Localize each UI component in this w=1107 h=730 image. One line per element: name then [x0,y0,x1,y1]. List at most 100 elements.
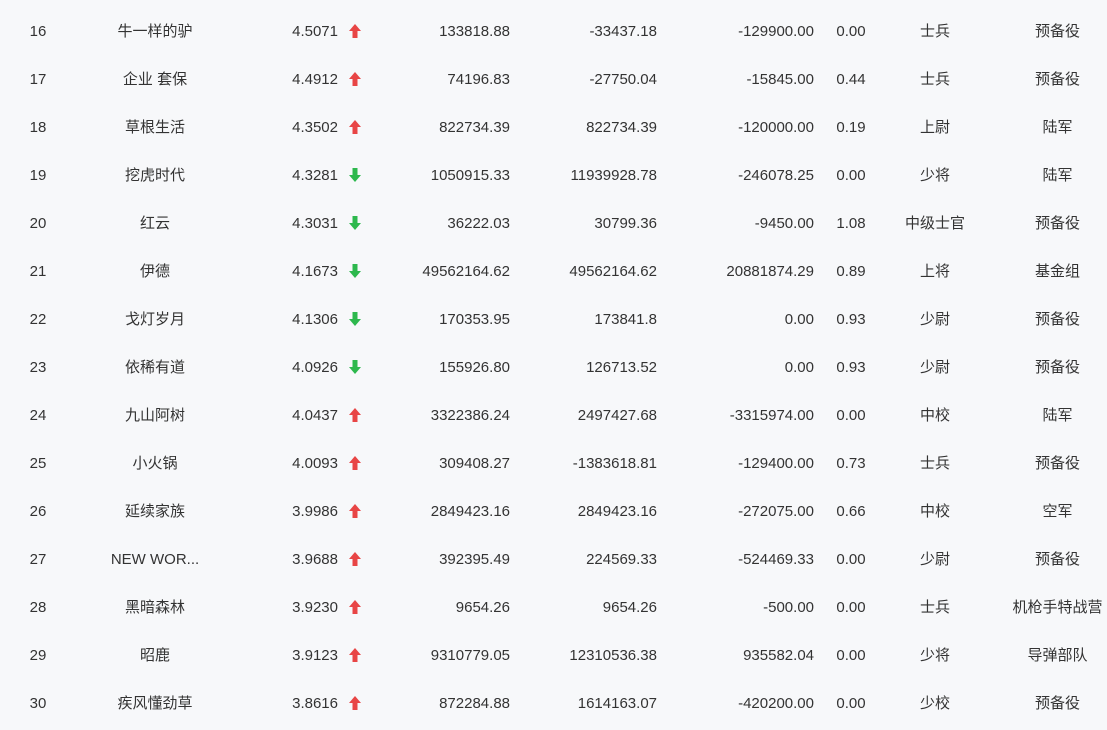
score-cell: 3.9688 [292,551,338,568]
arrow-up-icon [345,8,365,56]
ratio-cell: 0.00 [836,167,866,184]
arrow-up-icon [345,392,365,440]
name-cell[interactable]: 黑暗森林 [85,584,225,632]
name-cell[interactable]: 小火锅 [85,440,225,488]
table-row[interactable]: 26 延续家族 3.9986 2849423.16 2849423.16 -27… [0,488,1107,536]
arrow-up-icon [345,584,365,632]
ratio-cell: 0.19 [836,119,866,136]
arrow-up-icon [345,56,365,104]
score-cell: 4.3281 [292,167,338,184]
score-cell: 3.9230 [292,599,338,616]
name-cell[interactable]: 九山阿树 [85,392,225,440]
score-cell: 3.8616 [292,695,338,712]
military-rank-cell: 士兵 [919,71,950,88]
table-row[interactable]: 25 小火锅 4.0093 309408.27 -1383618.81 -129… [0,440,1107,488]
ratio-cell: 0.00 [836,695,866,712]
value2-cell: 126713.52 [586,359,657,376]
military-rank-cell: 少尉 [919,311,950,328]
score-cell: 4.1673 [292,263,338,280]
table-row[interactable]: 29 昭鹿 3.9123 9310779.05 12310536.38 9355… [0,632,1107,680]
name-cell[interactable]: 红云 [85,200,225,248]
rank-cell: 18 [29,119,47,136]
name-cell[interactable]: 草根生活 [85,104,225,152]
table-row[interactable]: 21 伊德 4.1673 49562164.62 49562164.62 208… [0,248,1107,296]
rank-cell: 25 [29,455,47,472]
rank-cell: 30 [29,695,47,712]
value3-cell: -524469.33 [738,551,814,568]
table-row[interactable]: 23 依稀有道 4.0926 155926.80 126713.52 0.00 … [0,344,1107,392]
ranking-table: 16 牛一样的驴 4.5071 133818.88 -33437.18 -129… [0,0,1107,730]
military-rank-cell: 士兵 [919,599,950,616]
value2-cell: 173841.8 [594,311,657,328]
value1-cell: 9654.26 [455,599,510,616]
table-row[interactable]: 28 黑暗森林 3.9230 9654.26 9654.26 -500.00 0… [0,584,1107,632]
value3-cell: -272075.00 [738,503,814,520]
name-cell[interactable]: 疾风懂劲草 [85,680,225,728]
arrow-up-icon [345,680,365,728]
ratio-cell: 0.00 [836,407,866,424]
value2-cell: -1383618.81 [572,455,657,472]
value1-cell: 2849423.16 [430,503,510,520]
arrow-down-icon [345,296,365,344]
military-rank-cell: 中校 [919,407,950,424]
score-cell: 3.9986 [292,503,338,520]
value3-cell: -129900.00 [738,23,814,40]
ratio-cell: 0.00 [836,23,866,40]
ratio-cell: 0.93 [836,359,866,376]
table-row[interactable]: 17 企业 套保 4.4912 74196.83 -27750.04 -1584… [0,56,1107,104]
name-cell[interactable]: 伊德 [85,248,225,296]
arrow-down-icon [345,200,365,248]
arrow-down-icon [345,152,365,200]
table-row[interactable]: 20 红云 4.3031 36222.03 30799.36 -9450.00 … [0,200,1107,248]
value1-cell: 822734.39 [439,119,510,136]
ratio-cell: 0.00 [836,551,866,568]
table-row[interactable]: 24 九山阿树 4.0437 3322386.24 2497427.68 -33… [0,392,1107,440]
table-row[interactable]: 18 草根生活 4.3502 822734.39 822734.39 -1200… [0,104,1107,152]
table-row[interactable]: 27 NEW WOR... 3.9688 392395.49 224569.33… [0,536,1107,584]
value3-cell: -3315974.00 [729,407,814,424]
military-rank-cell: 少尉 [919,551,950,568]
name-cell[interactable]: NEW WOR... [85,536,225,584]
name-cell[interactable]: 昭鹿 [85,632,225,680]
group-cell: 预备役 [1034,359,1080,376]
score-cell: 4.1306 [292,311,338,328]
rank-cell: 20 [29,215,47,232]
group-cell: 预备役 [1034,23,1080,40]
rank-cell: 26 [29,503,47,520]
table-row[interactable]: 19 挖虎时代 4.3281 1050915.33 11939928.78 -2… [0,152,1107,200]
table-row[interactable]: 16 牛一样的驴 4.5071 133818.88 -33437.18 -129… [0,8,1107,56]
name-cell[interactable]: 依稀有道 [85,344,225,392]
ratio-cell: 0.93 [836,311,866,328]
name-cell[interactable]: 企业 套保 [85,56,225,104]
value2-cell: 30799.36 [594,215,657,232]
score-cell: 4.0926 [292,359,338,376]
military-rank-cell: 少将 [919,167,950,184]
score-cell: 4.0437 [292,407,338,424]
value1-cell: 872284.88 [439,695,510,712]
value3-cell: 20881874.29 [726,263,814,280]
name-cell[interactable]: 牛一样的驴 [85,8,225,56]
group-cell: 预备役 [1034,551,1080,568]
table-row[interactable]: 30 疾风懂劲草 3.8616 872284.88 1614163.07 -42… [0,680,1107,728]
rank-cell: 22 [29,311,47,328]
military-rank-cell: 中校 [919,503,950,520]
ratio-cell: 0.00 [836,599,866,616]
arrow-up-icon [345,536,365,584]
name-cell[interactable]: 挖虎时代 [85,152,225,200]
table-row[interactable]: 22 戈灯岁月 4.1306 170353.95 173841.8 0.00 0… [0,296,1107,344]
ratio-cell: 0.89 [836,263,866,280]
rank-cell: 29 [29,647,47,664]
group-cell: 基金组 [1034,263,1080,280]
military-rank-cell: 上将 [919,263,950,280]
value1-cell: 36222.03 [447,215,510,232]
value1-cell: 1050915.33 [430,167,510,184]
value3-cell: -129400.00 [738,455,814,472]
name-cell[interactable]: 戈灯岁月 [85,296,225,344]
value3-cell: 0.00 [784,359,814,376]
value2-cell: 11939928.78 [570,167,657,184]
name-cell[interactable]: 延续家族 [85,488,225,536]
military-rank-cell: 少将 [919,647,950,664]
military-rank-cell: 士兵 [919,455,950,472]
arrow-down-icon [345,344,365,392]
value2-cell: 49562164.62 [569,263,657,280]
